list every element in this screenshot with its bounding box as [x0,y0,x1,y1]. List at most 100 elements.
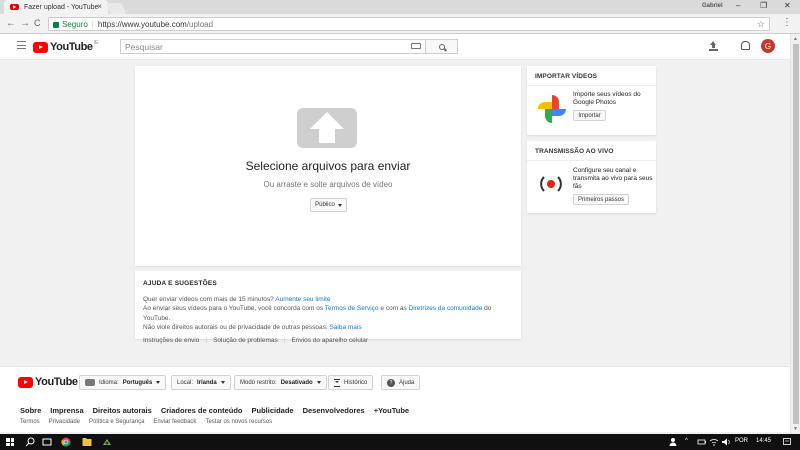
divider: | [283,336,286,344]
scroll-thumb[interactable] [793,44,799,424]
browser-menu-icon[interactable]: ⋮ [782,17,792,28]
youtube-logo-text: YouTube [50,41,93,53]
import-button[interactable]: Importar [573,110,606,121]
tray-chevron-icon[interactable]: ^ [685,438,688,444]
footer-link-terms[interactable]: Termos [20,419,40,425]
restricted-mode-label: Modo restrito: [240,379,277,386]
help-line-2-text-b: e com as [380,305,407,312]
help-links: Instruções de envio | Solução de problem… [143,336,513,346]
page-footer: YouTube Idioma: Português Local: Irlanda… [0,366,790,432]
url-input[interactable]: Seguro | https://www.youtube.com /upload… [48,17,770,31]
youtube-favicon-icon [10,4,19,10]
history-button[interactable]: Histórico [328,375,374,390]
youtube-play-icon [18,376,33,388]
search-button[interactable] [425,39,458,54]
footer-link-plus-youtube[interactable]: +YouTube [374,406,409,415]
input-language[interactable]: POR [735,438,748,444]
footer-small-links: Termos Privacidade Política e Segurança … [20,419,272,425]
chevron-down-icon [220,381,225,384]
volume-icon[interactable] [721,437,731,447]
footer-link-privacy[interactable]: Privacidade [49,419,80,425]
upload-instructions-link[interactable]: Instruções de envio [143,336,199,346]
footer-link-feedback[interactable]: Enviar feedback [153,419,196,425]
browser-user-name[interactable]: Gabriel [702,3,723,9]
live-broadcast-icon [540,176,562,192]
live-streaming-title: TRANSMISSÃO AO VIVO [535,148,614,155]
chrome-icon[interactable] [61,437,71,447]
help-label: Ajuda [399,379,415,386]
upload-card: Selecione arquivos para enviar Ou arrast… [135,66,521,266]
footer-link-developers[interactable]: Desenvolvedores [303,406,365,415]
footer-link-policy-safety[interactable]: Política e Segurança [89,419,144,425]
language-value: Português [122,379,153,386]
tab-close-icon[interactable]: × [97,2,102,11]
privacy-dropdown[interactable]: Público [310,198,347,212]
close-window-icon[interactable]: ✕ [784,1,791,10]
search-icon[interactable] [25,437,35,447]
chevron-down-icon [156,381,161,384]
clock-time[interactable]: 14:45 [756,438,771,444]
mobile-uploads-link[interactable]: Envios do aparelho celular [291,336,368,346]
footer-link-creators[interactable]: Criadores de conteúdo [161,406,243,415]
help-line-3: Não viole direitos autorais ou de privac… [143,323,513,333]
help-line-1: Quer enviar vídeos com mais de 15 minuto… [143,295,513,305]
keyboard-icon[interactable] [411,43,421,49]
wifi-icon[interactable] [709,437,719,447]
restricted-mode-button[interactable]: Modo restrito: Desativado [234,375,327,390]
battery-icon[interactable] [697,437,707,447]
language-button[interactable]: Idioma: Português [79,375,167,390]
footer-link-about[interactable]: Sobre [20,406,41,415]
reload-icon[interactable]: C [34,18,41,28]
app-icon[interactable] [102,437,112,447]
address-bar: ← → C Seguro | https://www.youtube.com /… [0,14,800,34]
url-separator: | [91,19,94,29]
action-center-icon[interactable] [782,437,792,447]
footer-link-press[interactable]: Imprensa [50,406,83,415]
maximize-icon[interactable]: ❐ [760,1,767,10]
footer-link-test-features[interactable]: Testar os novos recursos [205,419,272,425]
windows-start-icon[interactable] [6,438,14,446]
upload-icon[interactable] [709,41,718,51]
upload-title[interactable]: Selecione arquivos para enviar [135,159,521,173]
footer-link-copyright[interactable]: Direitos autorais [93,406,152,415]
chevron-down-icon [337,203,342,207]
learn-more-link[interactable]: Saiba mais [329,324,361,331]
url-host: https://www.youtube.com [97,19,187,29]
scroll-up-icon[interactable]: ▲ [793,36,798,42]
page-scrollbar[interactable]: ▲ ▼ [790,34,800,434]
search-placeholder: Pesquisar [125,41,163,52]
increase-limit-link[interactable]: Aumente seu limite [275,296,330,303]
back-icon[interactable]: ← [6,18,16,29]
new-tab-button[interactable] [105,3,127,14]
get-started-button[interactable]: Primeiros passos [573,194,629,205]
hamburger-menu-icon[interactable] [17,41,26,49]
avatar[interactable]: G [761,39,775,53]
bookmark-star-icon[interactable]: ☆ [757,19,765,30]
google-photos-icon [538,95,566,123]
minimize-icon[interactable]: – [736,1,740,10]
upload-arrow-icon[interactable] [297,108,357,148]
task-view-icon[interactable] [42,437,52,447]
forward-icon[interactable]: → [20,18,30,29]
help-icon: ? [387,378,395,387]
restricted-mode-value: Desativado [280,379,313,386]
community-guidelines-link[interactable]: Diretrizes da comunidade [409,305,483,312]
search-input[interactable]: Pesquisar [120,39,426,54]
people-icon[interactable] [669,437,679,447]
scroll-down-icon[interactable]: ▼ [793,426,798,432]
live-streaming-card: TRANSMISSÃO AO VIVO Configure seu canal … [527,141,656,213]
import-videos-text: Importe seus vídeos do Google Photos [573,91,641,106]
notifications-bell-icon[interactable] [741,41,750,50]
youtube-logo[interactable]: YouTube IE [33,40,98,53]
privacy-value: Público [315,202,335,208]
footer-youtube-logo[interactable]: YouTube [18,376,78,388]
help-button[interactable]: ? Ajuda [381,375,421,390]
troubleshooting-link[interactable]: Solução de problemas [213,336,278,346]
location-button[interactable]: Local: Irlanda [171,375,231,390]
terms-of-service-link[interactable]: Termos de Serviço [325,305,379,312]
file-explorer-icon[interactable] [82,437,92,447]
browser-tab[interactable]: Fazer upload - YouTube × [4,0,108,14]
footer-link-advertise[interactable]: Publicidade [252,406,294,415]
url-path: /upload [186,19,214,29]
hourglass-icon [334,378,340,387]
